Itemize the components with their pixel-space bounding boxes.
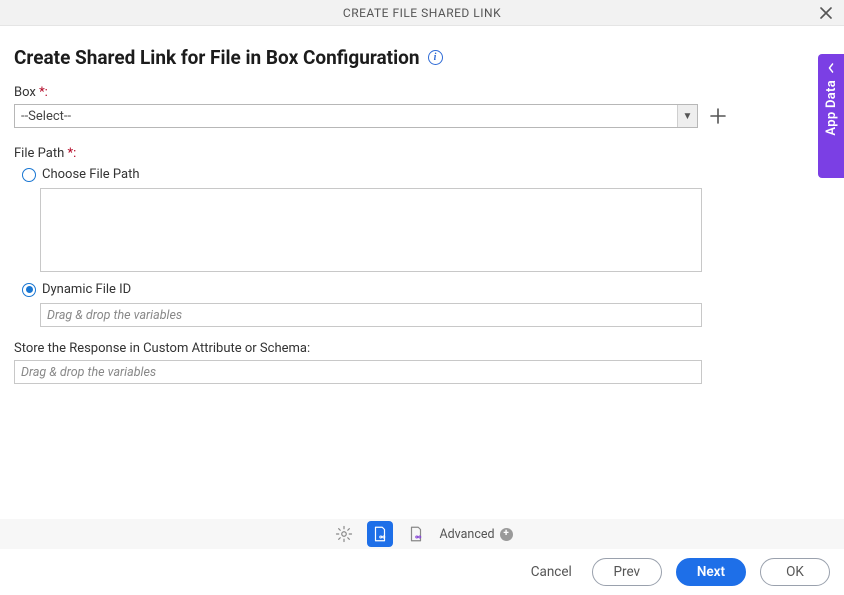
app-data-side-tab[interactable]: App Data (818, 54, 844, 178)
settings-button[interactable] (331, 521, 357, 547)
bottom-toolbar: Advanced + (0, 519, 844, 549)
next-button[interactable]: Next (676, 558, 746, 586)
choose-file-path-area[interactable] (40, 188, 702, 272)
chevron-down-icon: ▼ (677, 105, 697, 127)
close-icon (820, 7, 832, 19)
choose-file-path-label: Choose File Path (42, 167, 140, 182)
dynamic-file-id-placeholder: Drag & drop the variables (47, 308, 182, 323)
chevron-left-icon (828, 62, 834, 76)
prev-button[interactable]: Prev (592, 558, 662, 586)
advanced-toggle[interactable]: Advanced + (439, 527, 512, 542)
link-view-button[interactable] (403, 521, 429, 547)
filepath-required-mark: *: (67, 146, 76, 161)
box-field-label: Box *: (14, 85, 830, 100)
info-icon[interactable]: i (428, 50, 443, 65)
radio-icon (22, 283, 36, 297)
dynamic-file-id-option[interactable]: Dynamic File ID (22, 282, 830, 297)
dynamic-file-id-input[interactable]: Drag & drop the variables (40, 303, 702, 327)
ok-button[interactable]: OK (760, 558, 830, 586)
advanced-label: Advanced (439, 527, 494, 542)
choose-file-path-option[interactable]: Choose File Path (22, 167, 830, 182)
link-icon (407, 525, 425, 543)
store-response-placeholder: Drag & drop the variables (21, 365, 156, 380)
add-box-button[interactable] (710, 108, 726, 124)
form-view-button[interactable] (367, 521, 393, 547)
store-response-input[interactable]: Drag & drop the variables (14, 360, 702, 384)
dialog-header: CREATE FILE SHARED LINK (0, 0, 844, 26)
dynamic-file-id-label: Dynamic File ID (42, 282, 131, 297)
form-icon (371, 525, 389, 543)
cancel-button[interactable]: Cancel (525, 558, 578, 586)
form-body: Create Shared Link for File in Box Confi… (0, 26, 844, 384)
gear-icon (335, 525, 353, 543)
box-label-text: Box (14, 85, 39, 100)
box-select[interactable]: --Select-- ▼ (14, 104, 698, 128)
filepath-label-text: File Path (14, 146, 67, 161)
plus-circle-icon: + (500, 528, 513, 541)
dialog-footer: Cancel Prev Next OK (0, 549, 844, 595)
store-response-label: Store the Response in Custom Attribute o… (14, 341, 830, 356)
page-title: Create Shared Link for File in Box Confi… (14, 46, 830, 69)
page-title-text: Create Shared Link for File in Box Confi… (14, 46, 420, 69)
box-select-value: --Select-- (21, 109, 71, 124)
dialog-title: CREATE FILE SHARED LINK (343, 6, 501, 20)
app-data-label: App Data (824, 80, 839, 136)
close-button[interactable] (814, 0, 838, 25)
radio-icon (22, 168, 36, 182)
filepath-field-label: File Path *: (14, 146, 830, 161)
plus-icon (710, 108, 726, 124)
box-required-mark: *: (39, 85, 48, 100)
